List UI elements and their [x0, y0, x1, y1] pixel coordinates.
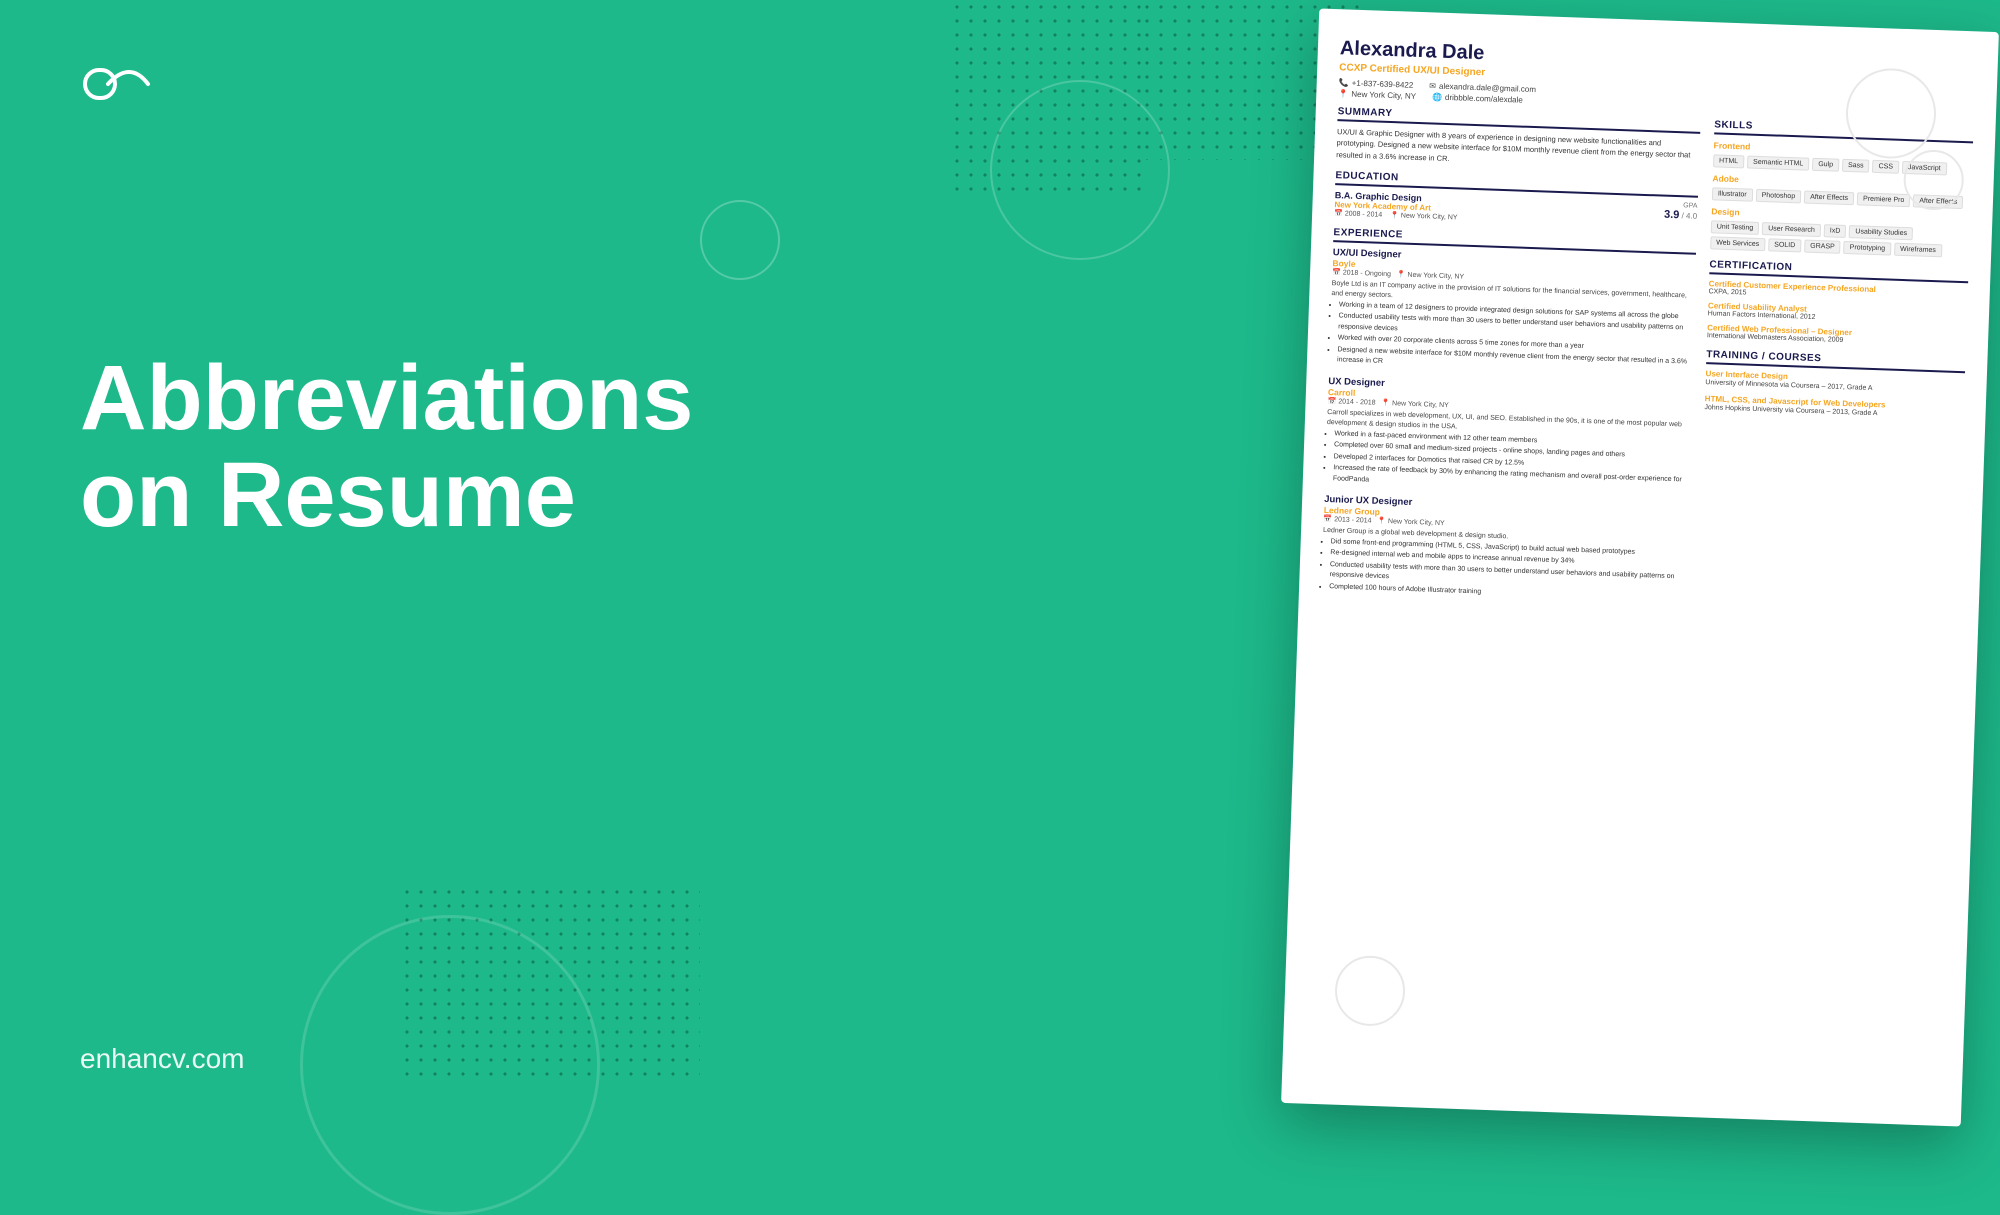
skill-unit-testing: Unit Testing [1711, 220, 1760, 235]
education-info: B.A. Graphic Design New York Academy of … [1334, 190, 1458, 221]
job-3: Junior UX Designer Ledner Group 📅 2013 -… [1321, 494, 1687, 605]
cert-1: Certified Customer Experience Profession… [1708, 279, 1968, 304]
gpa-value: 3.9 / 4.0 [1664, 208, 1697, 221]
design-tags: Unit Testing User Research IxD Usability… [1710, 220, 1970, 258]
email-icon: ✉ [1429, 81, 1436, 90]
education-row: B.A. Graphic Design New York Academy of … [1334, 190, 1698, 230]
skill-usability-studies: Usability Studies [1849, 225, 1913, 240]
resume-deco-circle-3 [1334, 955, 1406, 1027]
resume-card: Alexandra Dale CCXP Certified UX/UI Desi… [1281, 8, 1999, 1126]
skill-grasp: GRASP [1804, 240, 1841, 254]
skill-solid: SOLID [1768, 238, 1801, 252]
skill-prototyping: Prototyping [1843, 241, 1891, 256]
skill-user-research: User Research [1762, 222, 1821, 237]
location-icon-edu: 📍 [1390, 212, 1399, 219]
resume-body: SUMMARY UX/UI & Graphic Designer with 8 … [1321, 106, 1974, 624]
job-2-bullets: Worked in a fast-paced environment with … [1325, 429, 1690, 497]
summary-text: UX/UI & Graphic Designer with 8 years of… [1336, 126, 1700, 172]
cert-3: Certified Web Professional – Designer In… [1707, 323, 1967, 348]
job-2: UX Designer Carroll 📅 2014 - 2018 📍 New … [1325, 376, 1691, 497]
website-url: enhancv.com [80, 1043, 244, 1075]
job-1-bullets: Working in a team of 12 designers to pro… [1329, 300, 1694, 379]
calendar-icon: 📅 [1334, 210, 1343, 217]
skill-sass: Sass [1842, 159, 1870, 173]
edu-years: 📅 2008 - 2014 [1334, 209, 1382, 219]
skill-semantic-html: Semantic HTML [1747, 155, 1810, 170]
title-line1: Abbreviations [80, 350, 693, 447]
resume-location: 📍 New York City, NY [1338, 89, 1416, 101]
skill-ixd: IxD [1824, 224, 1847, 238]
circle-decoration-medium [990, 80, 1170, 260]
training-1: User Interface Design University of Minn… [1705, 369, 1965, 397]
phone-icon: 📞 [1339, 78, 1349, 87]
job-3-bullets: Did some front-end programming (HTML 5, … [1321, 537, 1686, 605]
skill-web-services: Web Services [1710, 236, 1765, 251]
resume-phone: 📞 +1-837-639-8422 [1339, 78, 1414, 90]
skill-wireframes: Wireframes [1894, 243, 1942, 258]
portfolio-icon: 🌐 [1432, 92, 1442, 101]
cert-2: Certified Usability Analyst Human Factor… [1708, 301, 1968, 326]
gpa-box: GPA 3.9 / 4.0 [1664, 201, 1698, 221]
skill-photoshop: Photoshop [1755, 189, 1801, 204]
resume-left-column: SUMMARY UX/UI & Graphic Designer with 8 … [1321, 106, 1701, 615]
circle-decoration-large [300, 915, 600, 1215]
job-1: UX/UI Designer Boyle 📅 2018 - Ongoing 📍 … [1329, 247, 1696, 379]
edu-location: 📍 New York City, NY [1390, 211, 1458, 221]
skill-css: CSS [1872, 160, 1899, 174]
title-line2: on Resume [80, 447, 693, 544]
skill-illustrator: Illustrator [1712, 187, 1753, 201]
skill-gulp: Gulp [1812, 158, 1839, 172]
resume-portfolio: 🌐 dribbble.com/alexdale [1432, 92, 1523, 104]
main-title: Abbreviations on Resume [80, 350, 693, 543]
skill-after-effects-1: After Effects [1804, 191, 1854, 206]
skill-premiere-pro: Premiere Pro [1857, 192, 1911, 207]
training-2: HTML, CSS, and Javascript for Web Develo… [1704, 394, 1964, 422]
logo [80, 60, 160, 115]
location-icon: 📍 [1338, 89, 1348, 98]
circle-decoration-small [700, 200, 780, 280]
skill-html: HTML [1713, 154, 1744, 168]
